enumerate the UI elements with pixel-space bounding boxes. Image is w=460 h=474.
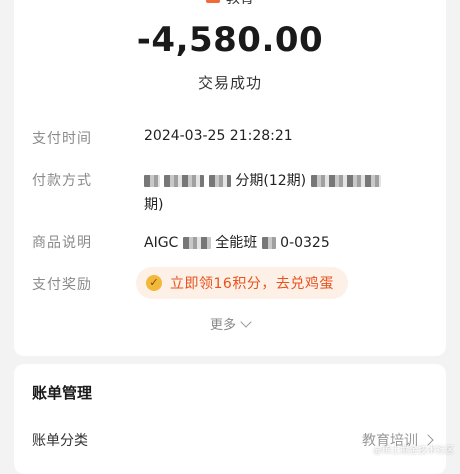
bill-management-card: 账单管理 账单分类 教育培训	[14, 364, 446, 474]
pay-method-line2: 期)	[144, 197, 164, 213]
redacted-block	[182, 237, 211, 249]
pay-method-value: 分期(12期)	[144, 170, 444, 190]
reward-pill-button[interactable]: ✓ 立即领16积分，去兑鸡蛋	[136, 267, 348, 299]
transaction-detail-card: 教育 -4,580.00 交易成功 支付时间 2024-03-25 21:28:…	[14, 0, 446, 356]
redacted-block	[164, 175, 205, 187]
redacted-block	[261, 237, 276, 249]
more-button[interactable]: 更多	[14, 314, 446, 333]
transaction-amount: -4,580.00	[136, 20, 324, 60]
pay-time-value: 2024-03-25 21:28:21	[144, 128, 293, 144]
product-value: AIGC 全能班 0-0325	[144, 232, 330, 252]
product-label: 商品说明	[32, 235, 92, 251]
redacted-block	[208, 175, 231, 187]
chevron-down-icon	[240, 315, 252, 328]
bill-category-label: 账单分类	[32, 433, 88, 449]
reward-label: 支付奖励	[32, 277, 92, 293]
merchant-name: 教育	[226, 0, 254, 8]
more-label: 更多	[209, 318, 236, 333]
pay-time-label: 支付时间	[32, 131, 92, 147]
merchant-logo-icon	[206, 0, 220, 3]
merchant-header: 教育	[14, 0, 446, 8]
watermark: @稀土掘金技术社区	[372, 446, 454, 456]
reward-text: 立即领16积分，去兑鸡蛋	[170, 276, 334, 292]
transaction-status: 交易成功	[197, 74, 262, 92]
redacted-block	[310, 175, 381, 187]
redacted-block	[144, 175, 160, 187]
section-title: 账单管理	[32, 384, 93, 402]
coin-icon: ✓	[146, 275, 162, 291]
product-name: 全能班	[215, 235, 258, 251]
product-prefix: AIGC	[144, 235, 179, 251]
product-code: 0-0325	[280, 235, 330, 251]
pay-method-text: 分期(12期)	[235, 173, 307, 189]
pay-method-label: 付款方式	[32, 173, 92, 189]
